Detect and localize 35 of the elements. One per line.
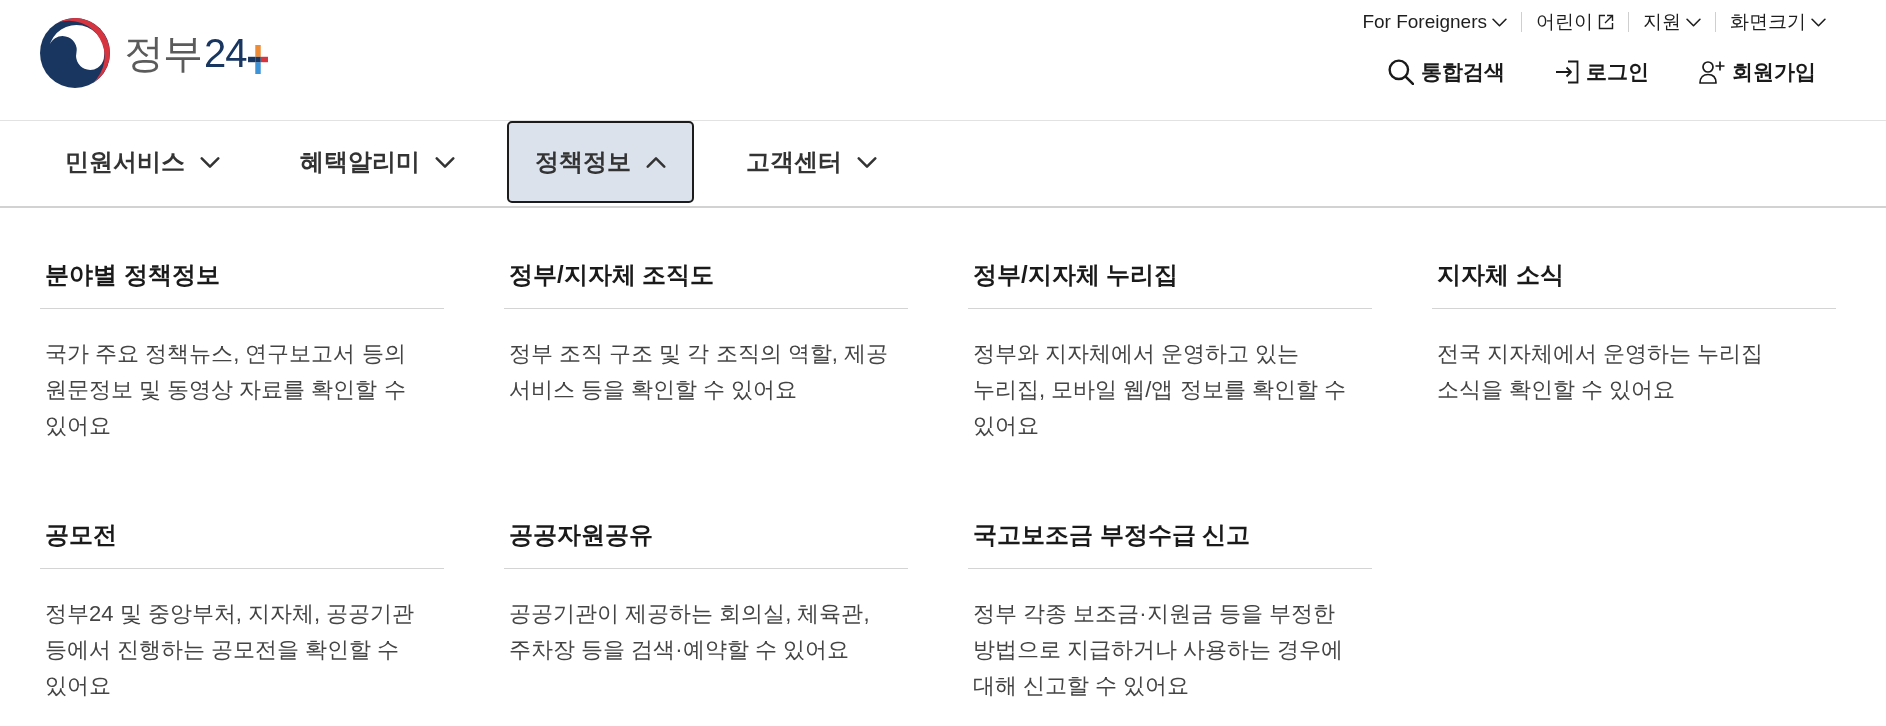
menu-description: 정부 조직 구조 및 각 조직의 역할, 제공 서비스 등을 확인할 수 있어요 — [508, 340, 889, 404]
menu-description: 정부와 지자체에서 운영하고 있는 누리집, 모바일 웹/앱 정보를 확인할 수 있어요 — [972, 340, 1347, 440]
chevron-down-icon — [1811, 17, 1826, 27]
menu-heading-link[interactable]: 공공자원공유 — [509, 519, 653, 551]
user-plus-icon — [1699, 60, 1725, 84]
nav-menu-tab[interactable]: 민원서비스 — [37, 121, 248, 203]
menu-heading-link[interactable]: 분야별 정책정보 — [45, 259, 220, 291]
menu-description: 전국 지자체에서 운영하는 누리집 소식을 확인할 수 있어요 — [1436, 340, 1765, 404]
chevron-down-icon — [1492, 17, 1507, 27]
top-menu-link[interactable]: 화면크기 — [1716, 9, 1826, 35]
search-icon — [1388, 59, 1414, 85]
menu-heading-link[interactable]: 공모전 — [45, 519, 117, 551]
nav-menu-tab[interactable]: 정책정보 — [507, 121, 694, 203]
plus-icon — [247, 44, 268, 74]
menu-description: 국가 주요 정책뉴스, 연구보고서 등의 원문정보 및 동영상 자료를 확인할 수 있어요 — [44, 340, 407, 440]
chevron-down-icon — [1686, 17, 1701, 27]
login-arrow-icon — [1555, 60, 1579, 84]
top-menu-link[interactable]: 어린이 — [1522, 9, 1628, 35]
signup-button[interactable]: 회원가입 — [1699, 57, 1816, 87]
logo-wordmark: 정부24 — [124, 30, 247, 77]
menu-heading-link[interactable]: 정부/지자체 조직도 — [509, 259, 715, 291]
nav-menu-tab[interactable]: 혜택알리미 — [272, 121, 483, 203]
search-button[interactable]: 통합검색 — [1388, 57, 1505, 87]
emblem-icon — [40, 18, 110, 88]
login-button[interactable]: 로그인 — [1555, 57, 1649, 87]
menu-heading-link[interactable]: 지자체 소식 — [1437, 259, 1564, 291]
menu-description: 정부 각종 보조금·지원금 등을 부정한 방법으로 지급하거나 사용하는 경우에 대해 신고할 수 있어요 — [972, 600, 1345, 700]
nav-menu-tab[interactable]: 고객센터 — [718, 121, 905, 203]
menu-description: 정부24 및 중앙부처, 지자체, 공공기관 등에서 진행하는 공모전을 확인할 수 있어요 — [44, 600, 416, 700]
menu-heading-link[interactable]: 국고보조금 부정수급 신고 — [973, 519, 1251, 551]
external-link-icon — [1598, 14, 1614, 30]
menu-description: 공공기관이 제공하는 회의실, 체육관, 주차장 등을 검색·예약할 수 있어요 — [508, 600, 871, 664]
top-menu-link[interactable]: For Foreigners — [1348, 9, 1521, 35]
menu-heading-link[interactable]: 정부/지자체 누리집 — [973, 259, 1179, 291]
top-menu-link[interactable]: 지원 — [1629, 9, 1715, 35]
